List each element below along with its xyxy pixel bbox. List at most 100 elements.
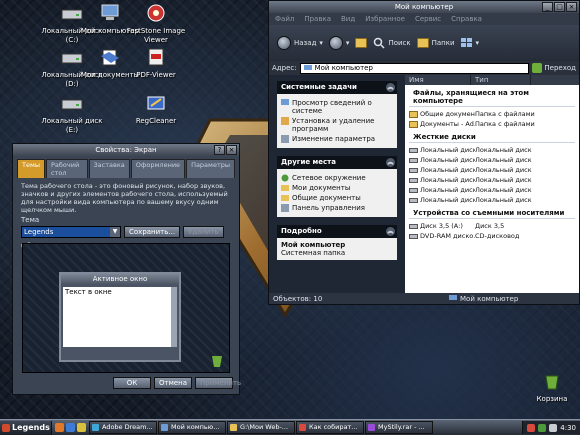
list-item[interactable]: Локальный диск ...Локальный диск: [405, 175, 579, 185]
preview-window-text: Текст в окне: [63, 287, 173, 347]
menu-tools[interactable]: Сервис: [415, 13, 441, 25]
tab-themes[interactable]: Темы: [17, 159, 46, 178]
maximize-button[interactable]: □: [554, 2, 565, 12]
task-change-setting[interactable]: Изменение параметра: [281, 135, 393, 143]
list-item[interactable]: DVD-RAM диско... CD-дисковод: [405, 231, 579, 241]
place-shared-documents[interactable]: Общие документы: [281, 194, 393, 202]
up-folder-button[interactable]: [355, 38, 368, 48]
list-item[interactable]: Диск 3,5 (A:) Диск 3,5: [405, 221, 579, 231]
delete-theme-button[interactable]: Удалить: [183, 226, 224, 238]
desktop-icon-recycle-bin[interactable]: Корзина: [520, 372, 580, 404]
status-location: Мой компьютер: [449, 295, 518, 303]
desktop-icon-drive-e[interactable]: Локальный диск (E:): [40, 94, 104, 135]
browser-icon[interactable]: [55, 423, 64, 432]
start-button[interactable]: Legends: [0, 420, 52, 435]
folder-up-icon: [355, 38, 368, 48]
collapse-icon[interactable]: ︽: [386, 158, 395, 167]
task-web-folder[interactable]: G:\Мои Web-...: [227, 421, 295, 434]
tab-appearance[interactable]: Оформление: [130, 159, 186, 178]
task-browser[interactable]: Как собират...: [296, 421, 364, 434]
collapse-icon[interactable]: ︽: [386, 227, 395, 236]
theme-description: Тема рабочего стола - это фоновый рисуно…: [21, 182, 228, 214]
column-name[interactable]: Имя: [405, 75, 471, 85]
address-input[interactable]: Мой компьютер: [299, 62, 530, 74]
dialog-titlebar[interactable]: Свойства: Экран ? ×: [13, 144, 239, 156]
folders-button[interactable]: Папки: [416, 38, 455, 48]
list-item[interactable]: Локальный диск ...Локальный диск: [405, 145, 579, 155]
details-header[interactable]: Подробно ︽: [277, 225, 397, 238]
dvd-icon: [409, 233, 418, 239]
menu-favorites[interactable]: Избранное: [365, 13, 405, 25]
task-winrar[interactable]: MyStily.rar - ...: [365, 421, 433, 434]
desktop-icon-faststone[interactable]: FastStone Image Viewer: [124, 4, 188, 45]
floppy-icon: [409, 223, 418, 229]
task-view-system-info[interactable]: Просмотр сведений о системе: [281, 99, 393, 115]
computer-icon: [101, 4, 119, 20]
save-theme-button[interactable]: Сохранить...: [124, 226, 181, 238]
place-my-documents[interactable]: Мои документы: [281, 184, 393, 192]
list-item[interactable]: Локальный диск ...Локальный диск: [405, 195, 579, 205]
menu-edit[interactable]: Правка: [304, 13, 331, 25]
other-places-panel: Другие места ︽ Сетевое окружение Мои док…: [277, 156, 397, 217]
desktop-icon-regcleaner[interactable]: RegCleaner: [124, 94, 188, 126]
close-button[interactable]: ×: [226, 145, 237, 155]
list-item[interactable]: Локальный диск ...Локальный диск: [405, 185, 579, 195]
menu-file[interactable]: Файл: [275, 13, 294, 25]
regcleaner-icon: [147, 96, 165, 110]
go-arrow-icon: [532, 63, 543, 73]
menu-help[interactable]: Справка: [451, 13, 482, 25]
theme-select[interactable]: Legends ▼: [21, 226, 121, 238]
network-icon: [281, 174, 289, 182]
clock[interactable]: 4:30: [560, 424, 576, 432]
help-button[interactable]: ?: [214, 145, 225, 155]
explorer-titlebar[interactable]: Мой компьютер _ □ ×: [269, 1, 579, 13]
minimize-button[interactable]: _: [542, 2, 553, 12]
explorer-window: Мой компьютер _ □ × Файл Правка Вид Избр…: [268, 0, 580, 305]
network-icon[interactable]: [538, 423, 547, 432]
forward-arrow-icon: [328, 36, 343, 50]
search-button[interactable]: Поиск: [373, 37, 411, 49]
menu-view[interactable]: Вид: [341, 13, 355, 25]
task-add-remove-programs[interactable]: Установка и удаление программ: [281, 117, 393, 133]
address-bar: Адрес: Мой компьютер Переход: [269, 61, 579, 75]
show-desktop-icon[interactable]: [66, 423, 75, 432]
go-button[interactable]: Переход: [532, 63, 576, 73]
menu-bar: Файл Правка Вид Избранное Сервис Справка: [269, 13, 579, 25]
list-item[interactable]: Локальный диск ...Локальный диск: [405, 155, 579, 165]
views-button[interactable]: ▾: [460, 38, 479, 48]
forward-button[interactable]: ▾: [328, 36, 349, 50]
computer-icon: [303, 64, 312, 70]
apply-button[interactable]: Применить: [195, 377, 241, 389]
place-control-panel[interactable]: Панель управления: [281, 204, 393, 212]
column-type[interactable]: Тип: [471, 75, 531, 85]
chevron-down-icon: ▾: [319, 39, 323, 47]
ok-button[interactable]: ОК: [113, 377, 151, 389]
cancel-button[interactable]: Отмена: [154, 377, 192, 389]
chevron-down-icon[interactable]: ▼: [110, 227, 120, 237]
back-button[interactable]: Назад ▾: [277, 36, 323, 50]
task-my-computer[interactable]: Мой компью...: [158, 421, 226, 434]
desktop-icon-pdf-viewer[interactable]: PDF-Viewer: [124, 48, 188, 80]
task-dreamweaver[interactable]: Adobe Dream...: [89, 421, 157, 434]
tab-settings[interactable]: Параметры: [186, 159, 235, 178]
list-item[interactable]: Локальный диск ...Локальный диск: [405, 165, 579, 175]
preview-scrollbar: [171, 287, 177, 347]
tray-app-icon[interactable]: [527, 423, 536, 432]
system-tasks-header[interactable]: Системные задачи ︽: [277, 81, 397, 94]
list-item[interactable]: Документы - Ad... Папка с файлами: [405, 119, 579, 129]
drive-icon: [409, 167, 418, 173]
other-places-header[interactable]: Другие места ︽: [277, 156, 397, 169]
tab-desktop[interactable]: Рабочий стол: [46, 159, 88, 178]
volume-icon[interactable]: [549, 423, 558, 432]
pdf-icon: [148, 48, 164, 66]
list-item[interactable]: Общие документыПапка с файлами: [405, 109, 579, 119]
tab-strip: Темы Рабочий стол Заставка Оформление Па…: [13, 156, 239, 178]
close-button[interactable]: ×: [566, 2, 577, 12]
place-network[interactable]: Сетевое окружение: [281, 174, 393, 182]
quick-launch: [52, 423, 89, 432]
tab-screensaver[interactable]: Заставка: [88, 159, 130, 178]
drive-icon: [409, 177, 418, 183]
explorer-icon[interactable]: [77, 423, 86, 432]
collapse-icon[interactable]: ︽: [386, 83, 395, 92]
folder-icon: [409, 110, 418, 118]
